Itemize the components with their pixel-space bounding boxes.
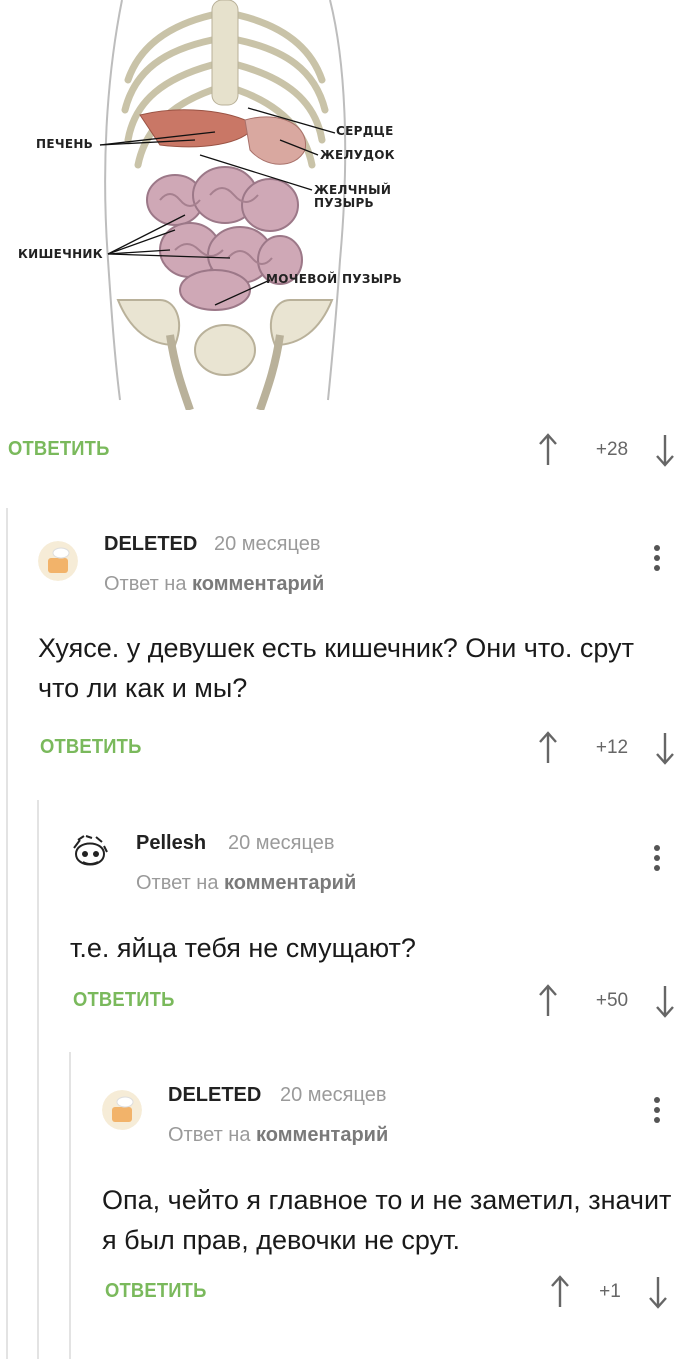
vote-box: +50 [538,981,698,1021]
label-bladder: МОЧЕВОЙ ПУЗЫРЬ [266,272,403,286]
comment-actions: ОТВЕТИТЬ +50 [0,981,700,1021]
post-actions: ОТВЕТИТЬ +28 [0,430,700,470]
reply-prefix: Ответ на [168,1124,251,1146]
upvote-arrow-icon[interactable] [538,433,558,467]
avatar[interactable] [102,1090,142,1130]
comment-text: Хуясе. у девушек есть кишечник? Они что.… [38,633,635,703]
author-name[interactable]: Pellesh [136,832,206,855]
comment-actions: ОТВЕТИТЬ +1 [0,1272,700,1312]
label-gallbladder-2: ПУЗЫРЬ [314,196,374,210]
downvote-arrow-icon[interactable] [655,984,675,1018]
reply-target[interactable]: комментарий [224,872,356,894]
downvote-arrow-icon[interactable] [655,731,675,765]
reply-prefix: Ответ на [104,573,187,595]
thread-line-level-1 [6,508,8,1359]
reply-prefix: Ответ на [136,872,219,894]
comment-text: т.е. яйца тебя не смущают? [70,933,416,963]
reply-target[interactable]: комментарий [192,573,324,595]
more-menu-icon[interactable] [652,1097,662,1131]
author-name[interactable]: DELETED [104,533,197,556]
score: +28 [595,439,629,460]
upvote-arrow-icon[interactable] [538,731,558,765]
upvote-arrow-icon[interactable] [550,1275,570,1309]
pellesh-avatar-icon [70,834,110,874]
reply-target[interactable]: комментарий [256,1124,388,1146]
more-menu-icon[interactable] [652,545,662,579]
reply-button[interactable]: ОТВЕТИТЬ [40,736,142,759]
upvote-arrow-icon[interactable] [538,984,558,1018]
downvote-arrow-icon[interactable] [648,1275,668,1309]
label-liver: ПЕЧЕНЬ [36,137,94,151]
reply-reference[interactable]: Ответ на комментарий [104,573,324,596]
more-menu-icon[interactable] [652,845,662,879]
avatar[interactable] [70,834,110,874]
vote-box: +1 [550,1272,700,1312]
comment-time: 20 месяцев [214,533,321,555]
vote-box: +28 [538,430,698,470]
score: +50 [595,990,629,1011]
anatomy-illustration: СЕРДЦЕ ПЕЧЕНЬ ЖЕЛУДОК ЖЕЛЧНЫЙ ПУЗЫРЬ КИШ… [0,0,700,410]
score: +1 [599,1281,621,1302]
reply-button[interactable]: ОТВЕТИТЬ [105,1280,207,1303]
author-name[interactable]: DELETED [168,1084,261,1107]
deleted-avatar-icon [38,541,78,581]
vote-box: +12 [538,728,698,768]
deleted-avatar-icon [102,1090,142,1130]
comment-time: 20 месяцев [228,832,335,854]
reply-button[interactable]: ОТВЕТИТЬ [8,438,110,461]
comment-time: 20 месяцев [280,1084,387,1106]
reply-reference[interactable]: Ответ на комментарий [168,1124,388,1147]
score: +12 [595,737,629,758]
avatar[interactable] [38,541,78,581]
comment-text: Опа, чейто я главное то и не заметил, зн… [102,1185,672,1255]
downvote-arrow-icon[interactable] [655,433,675,467]
label-stomach: ЖЕЛУДОК [320,148,395,162]
reply-button[interactable]: ОТВЕТИТЬ [73,989,175,1012]
thread-line-level-3 [69,1052,71,1359]
reply-reference[interactable]: Ответ на комментарий [136,872,356,895]
label-intestine: КИШЕЧНИК [18,247,103,261]
label-heart: СЕРДЦЕ [336,124,394,138]
comment-actions: ОТВЕТИТЬ +12 [0,728,700,768]
